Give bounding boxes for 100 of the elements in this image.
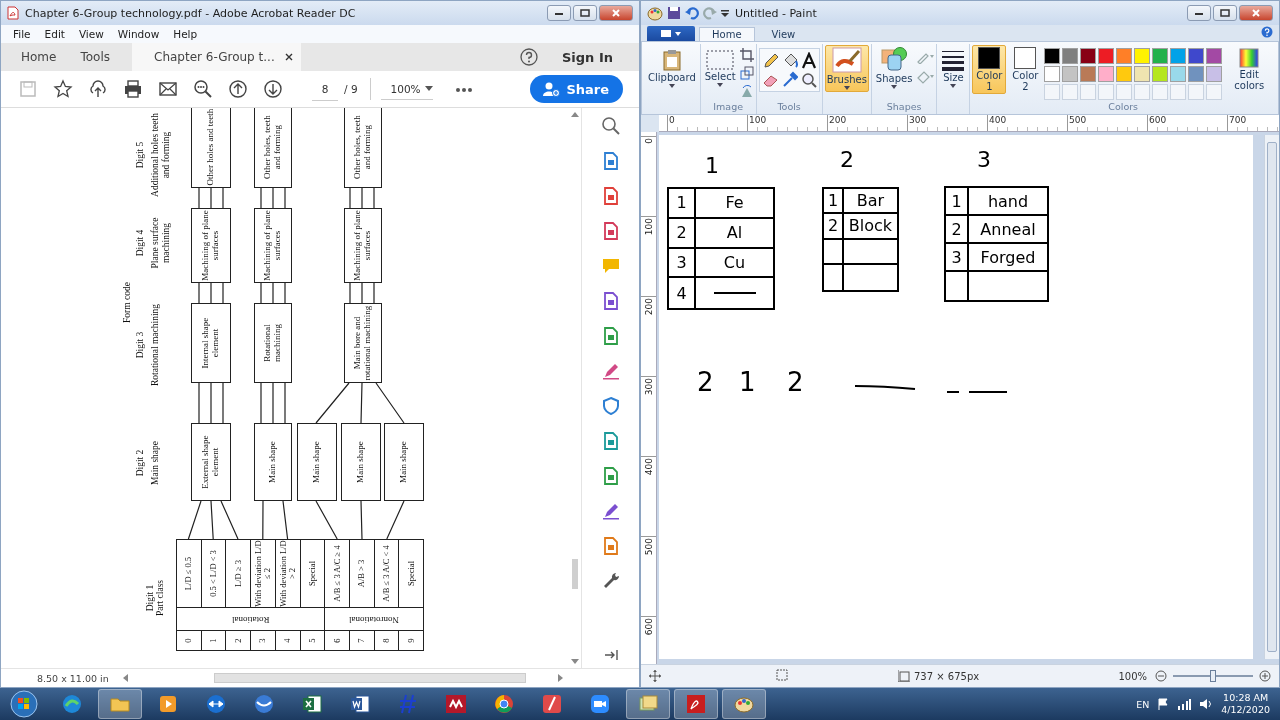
zoom-slider[interactable] [1173,670,1253,682]
sign-in-link[interactable]: Sign In [538,43,639,71]
zoom-dropdown[interactable]: 100% [380,78,433,100]
tab[interactable]: Home [699,27,755,41]
undo-icon[interactable] [685,6,699,20]
speaker-icon[interactable] [1199,698,1214,710]
close-icon[interactable] [284,53,293,61]
color-swatch[interactable] [1062,66,1079,82]
media-player-icon[interactable] [157,693,179,715]
color-swatch[interactable] [1044,48,1061,64]
spreadsheet-icon[interactable] [301,693,323,715]
paint-palette-icon[interactable] [647,5,663,21]
tab[interactable]: Home [9,43,69,71]
scroll-down-icon[interactable] [571,659,579,664]
color-swatch[interactable] [1080,66,1097,82]
select-button[interactable]: Select [702,44,738,89]
zoom-icon[interactable] [192,79,213,99]
color-swatch[interactable] [1134,48,1151,64]
start-button[interactable] [10,690,38,718]
minimize-button[interactable] [1187,5,1211,21]
color-selector[interactable]: Color 2 [1008,45,1043,94]
browser-icon[interactable] [61,693,83,715]
color-swatch[interactable] [1188,48,1205,64]
clipboard-button[interactable]: Clipboard [646,44,698,90]
canvas[interactable]: 1 2 3 1 Fe 2 Al 3 Cu 4 1 Bar 2 Block 1 hand 2 Anneal 3 Forged 2 1 2 [659,135,1253,659]
magnifier-icon[interactable] [600,116,621,136]
brushes-button[interactable]: Brushes [824,45,869,92]
flag-icon[interactable] [1157,698,1170,710]
pdf-icon[interactable] [685,693,707,715]
color-swatch[interactable] [1170,48,1187,64]
color-swatch[interactable] [1134,66,1151,82]
magnifier-icon[interactable] [799,71,817,88]
star-icon[interactable] [52,79,73,99]
color-swatch[interactable] [1116,66,1133,82]
rotate-icon[interactable] [739,84,754,98]
close-button[interactable] [599,5,633,21]
color-swatch[interactable] [1152,48,1169,64]
pen-icon[interactable] [600,501,621,521]
taskbar-button[interactable] [98,689,142,719]
menu-item[interactable]: View [78,28,104,40]
zoom-out-icon[interactable] [1155,670,1167,682]
menu-item[interactable]: Window [117,28,160,40]
scroll-thumb[interactable] [1267,142,1277,652]
cloud-upload-icon[interactable] [87,79,108,99]
text-icon[interactable] [799,52,817,69]
menu-item[interactable]: File [13,28,31,40]
file-menu-button[interactable] [647,26,695,41]
taskbar-button[interactable] [626,689,670,719]
print-icon[interactable] [122,79,143,99]
close-button[interactable] [1239,5,1273,21]
help-icon[interactable] [1261,26,1273,38]
save-icon[interactable] [667,6,681,20]
edit-colors-button[interactable]: Edit colors [1224,46,1274,93]
color-selector[interactable]: Color 1 [972,45,1007,94]
pen-icon[interactable] [541,693,563,715]
more-icon[interactable] [454,86,473,93]
color-swatch[interactable] [1044,66,1061,82]
shapes-button[interactable]: Shapes [873,44,915,91]
minimize-button[interactable] [547,5,571,21]
maximize-button[interactable] [573,5,597,21]
help-icon[interactable] [520,48,538,66]
color-swatch[interactable] [1206,66,1223,82]
signal-icon[interactable] [1177,698,1192,710]
color-swatch[interactable] [1170,66,1187,82]
tab[interactable]: View [758,27,809,41]
scrollbar[interactable] [1264,135,1279,659]
menu-item[interactable]: Help [173,28,198,40]
scroll-left-icon[interactable] [122,674,128,682]
share-button[interactable]: Share [530,75,623,103]
color-swatch[interactable] [1152,66,1169,82]
slider-thumb[interactable] [1210,670,1216,682]
color-swatch[interactable] [1188,66,1205,82]
pencil-icon[interactable] [761,52,779,69]
color-swatch[interactable] [1206,48,1223,64]
scroll-thumb[interactable] [572,559,578,589]
crop-icon[interactable] [739,48,754,62]
caret-icon[interactable] [721,9,729,17]
color-swatch[interactable] [1098,48,1115,64]
scroll-up-icon[interactable] [571,112,579,117]
color-swatch[interactable] [1098,66,1115,82]
resize-icon[interactable] [739,66,754,80]
tab[interactable]: Chapter 6-Group t... [132,43,301,71]
color-swatch[interactable] [1080,48,1097,64]
maximize-button[interactable] [1213,5,1237,21]
language-indicator[interactable]: EN [1136,698,1150,710]
document-icon[interactable] [349,693,371,715]
expand-icon[interactable] [603,649,618,661]
menu-item[interactable]: Edit [44,28,65,40]
size-button[interactable]: Size [939,44,968,90]
taskbar-button[interactable] [722,689,766,719]
browser-icon[interactable] [493,693,515,715]
scroll-right-icon[interactable] [557,674,563,682]
zoom-in-icon[interactable] [1259,670,1271,682]
taskbar-button[interactable] [674,689,718,719]
shield-icon[interactable] [600,396,621,416]
mail-icon[interactable] [157,79,178,99]
scroll-thumb[interactable] [213,673,526,683]
camera-icon[interactable] [589,693,611,715]
color-swatch[interactable] [1116,48,1133,64]
tab[interactable]: Tools [68,43,122,71]
